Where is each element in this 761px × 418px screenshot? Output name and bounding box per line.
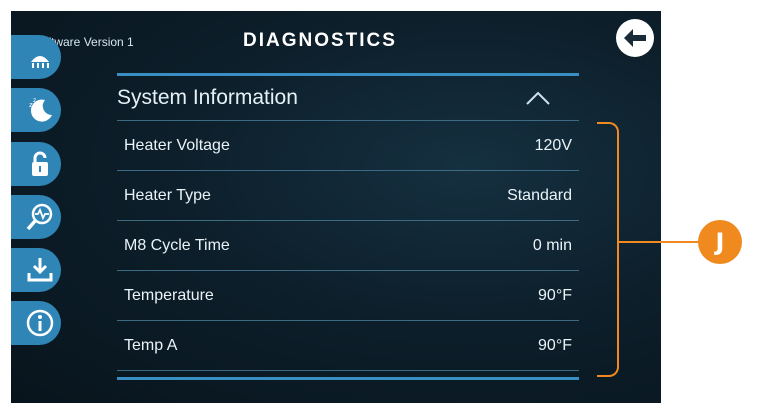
download-icon	[27, 258, 53, 282]
panel-bottom-divider	[117, 377, 579, 380]
callout-bracket	[597, 122, 619, 377]
cleaning-icon	[31, 56, 49, 68]
row-label: Temp A	[124, 336, 178, 354]
info-row-m8-cycle-time: M8 Cycle Time 0 min	[117, 221, 579, 271]
back-button[interactable]	[616, 19, 654, 57]
svg-text:z: z	[33, 97, 36, 104]
info-row-temp-a: Temp A 90°F	[117, 321, 579, 371]
sidebar-item-download[interactable]	[11, 248, 61, 292]
sidebar-item-clean[interactable]	[11, 35, 61, 79]
chevron-up-icon[interactable]	[525, 90, 551, 106]
row-value: 90°F	[538, 336, 572, 354]
row-value: 0 min	[532, 236, 572, 254]
unlock-icon	[32, 151, 48, 176]
sidebar-item-lock[interactable]	[11, 142, 61, 186]
row-label: Heater Voltage	[124, 136, 230, 154]
sidebar-item-diagnostics[interactable]	[11, 195, 61, 239]
info-icon	[26, 309, 54, 337]
panel-header[interactable]: System Information	[117, 76, 579, 121]
row-value: Standard	[507, 186, 572, 204]
row-value: 90°F	[538, 286, 572, 304]
callout-badge: J	[698, 220, 742, 264]
magnifier-pulse-icon	[26, 203, 53, 231]
sidebar: z z	[11, 35, 67, 359]
sidebar-item-info[interactable]	[11, 301, 61, 345]
info-row-temperature: Temperature 90°F	[117, 271, 579, 321]
arrow-left-icon	[624, 29, 646, 47]
row-value: 120V	[534, 136, 572, 154]
info-row-heater-type: Heater Type Standard	[117, 171, 579, 221]
sidebar-item-sleep[interactable]: z z	[11, 88, 61, 132]
callout-line	[619, 241, 699, 243]
row-label: Temperature	[124, 286, 214, 304]
panel-title: System Information	[117, 86, 298, 109]
moon-sleep-icon: z z	[29, 97, 52, 122]
page-title: DIAGNOSTICS	[243, 30, 397, 51]
system-information-panel: System Information Heater Voltage 120V H…	[117, 73, 579, 380]
diagnostics-screen: Software Version 1 DIAGNOSTICS z z Syste…	[11, 11, 661, 403]
row-label: M8 Cycle Time	[124, 236, 230, 254]
info-row-heater-voltage: Heater Voltage 120V	[117, 121, 579, 171]
row-label: Heater Type	[124, 186, 211, 204]
